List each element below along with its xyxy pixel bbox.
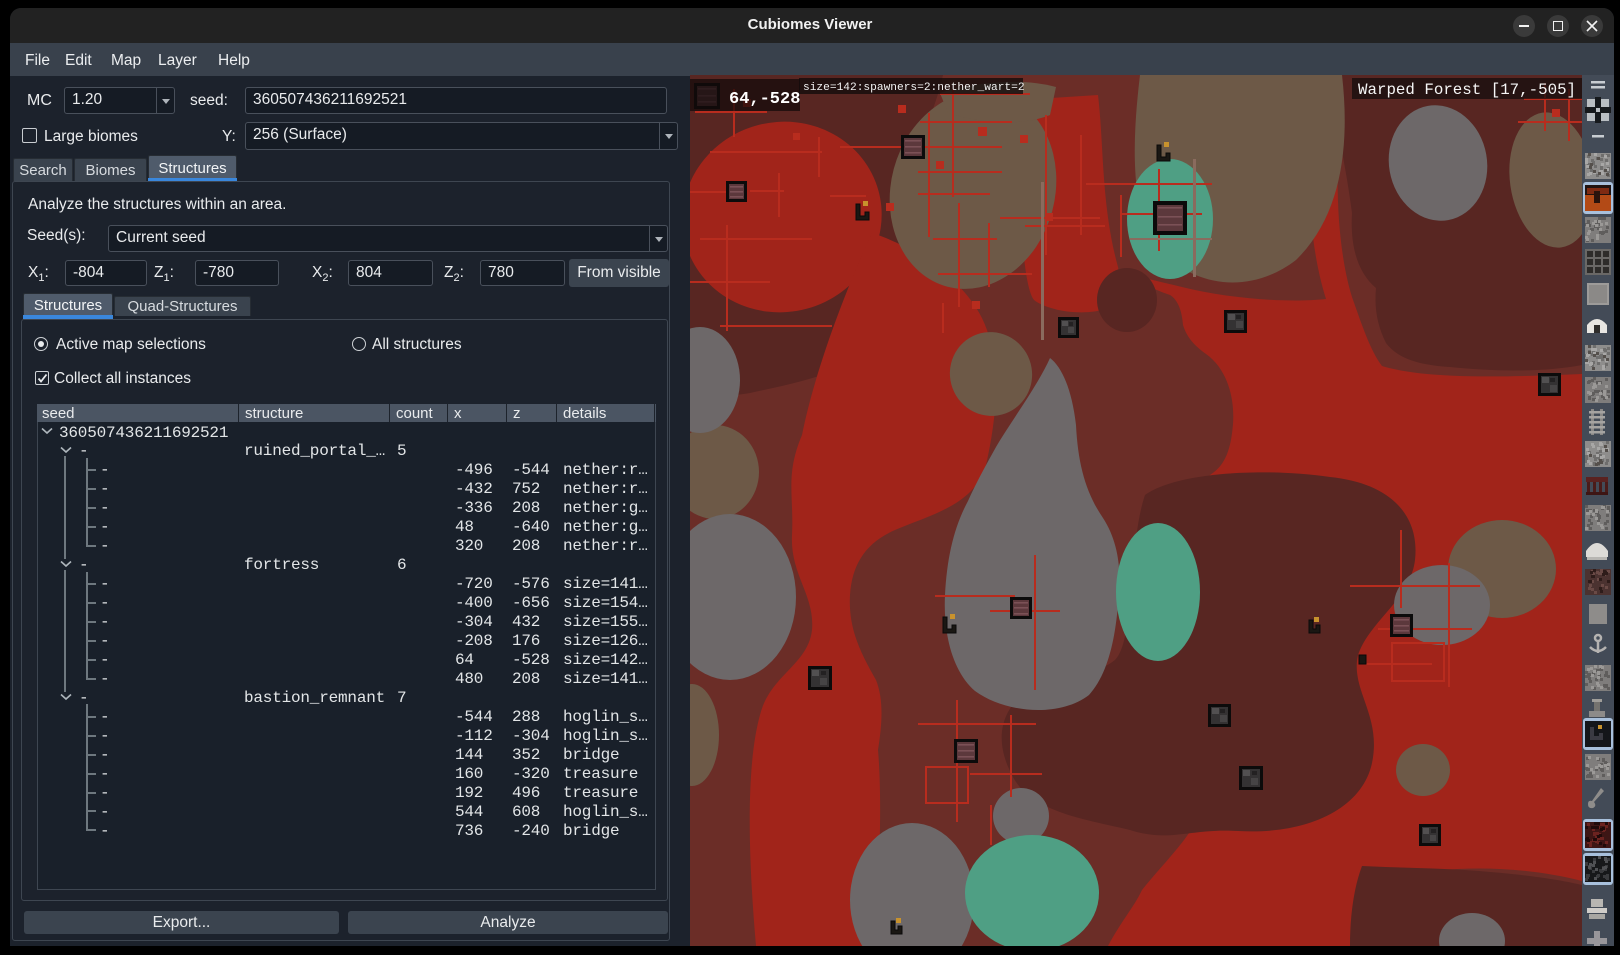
- svg-text:Warped Forest [17,-505]: Warped Forest [17,-505]: [1358, 81, 1576, 99]
- svg-text:64,-528: 64,-528: [729, 90, 800, 109]
- svg-text:size=142:spawners=2:nether_war: size=142:spawners=2:nether_wart=2: [803, 82, 1025, 94]
